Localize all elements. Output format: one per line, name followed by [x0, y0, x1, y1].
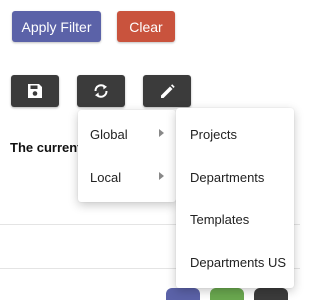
menu-item-global[interactable]: Global: [78, 114, 176, 154]
edit-button[interactable]: [143, 75, 191, 107]
submenu-item-projects[interactable]: Projects: [176, 114, 294, 154]
menu-item-label: Local: [90, 169, 122, 185]
submenu-item-label: Departments US: [190, 254, 287, 270]
submenu-item-templates[interactable]: Templates: [176, 199, 294, 239]
sync-icon: [94, 84, 108, 98]
current-status-text: The current: [10, 140, 82, 155]
submenu: Projects Departments Templates Departmen…: [176, 108, 294, 288]
menu-item-local[interactable]: Local: [78, 157, 176, 197]
chevron-right-icon: [159, 172, 164, 180]
submenu-item-label: Departments: [190, 169, 265, 185]
submenu-item-label: Templates: [190, 211, 250, 227]
floppy-disk-icon: [28, 84, 42, 98]
context-menu: Global Local: [78, 110, 176, 202]
partial-button[interactable]: [166, 288, 200, 300]
save-button[interactable]: [11, 75, 59, 107]
submenu-item-departments[interactable]: Departments: [176, 157, 294, 197]
partial-button[interactable]: [210, 288, 244, 300]
apply-filter-button[interactable]: Apply Filter: [12, 11, 101, 42]
submenu-item-label: Projects: [190, 126, 237, 142]
menu-item-label: Global: [90, 126, 128, 142]
pencil-icon: [160, 83, 175, 98]
submenu-item-departments-us[interactable]: Departments US: [176, 242, 294, 282]
chevron-right-icon: [159, 129, 164, 137]
sync-button[interactable]: [77, 75, 125, 107]
clear-button[interactable]: Clear: [117, 11, 175, 42]
partial-button[interactable]: [254, 288, 288, 300]
